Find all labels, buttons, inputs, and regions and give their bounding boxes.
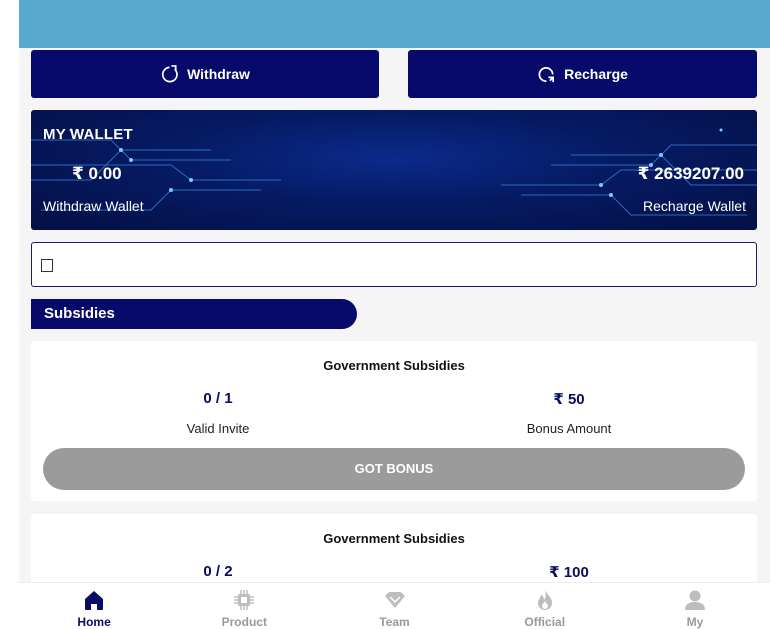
subsidy-card: Government Subsidies 0 / 1 ₹ 50 Valid In… <box>31 341 757 501</box>
valid-invite-value: 0 / 1 <box>203 390 233 407</box>
nav-my-label: My <box>686 615 704 629</box>
bonus-amount-value: ₹ 50 <box>553 391 585 408</box>
withdraw-icon <box>161 64 178 82</box>
bottom-nav: Home Product Team Official My <box>19 582 770 629</box>
nav-product[interactable]: Product <box>169 583 319 629</box>
nav-my[interactable]: My <box>620 583 770 629</box>
subsidy-title: Government Subsidies <box>323 531 465 546</box>
user-icon <box>684 590 705 610</box>
nav-home-label: Home <box>77 615 111 629</box>
chip-icon <box>234 590 255 610</box>
bonus-amount-label: Bonus Amount <box>526 421 612 436</box>
app-screen: Withdraw Recharge MY WALLET ₹ 0.00 ₹ 263… <box>19 0 770 629</box>
bonus-amount-value: ₹ 100 <box>549 564 589 581</box>
notice-bar[interactable] <box>31 242 757 287</box>
valid-invite-value: 0 / 2 <box>203 563 233 580</box>
nav-home[interactable]: Home <box>19 583 169 629</box>
recharge-wallet-label: Recharge Wallet <box>643 198 746 214</box>
home-icon <box>85 591 104 610</box>
top-banner <box>19 0 770 48</box>
recharge-wallet-amount: ₹ 2639207.00 <box>637 164 744 183</box>
valid-invite-label: Valid Invite <box>186 421 250 436</box>
nav-team[interactable]: Team <box>319 583 469 629</box>
diamond-icon <box>384 592 405 608</box>
withdraw-button[interactable]: Withdraw <box>31 50 379 98</box>
wallet-card: MY WALLET ₹ 0.00 ₹ 2639207.00 Withdraw W… <box>31 110 757 230</box>
recharge-label: Recharge <box>564 66 628 82</box>
wallet-title: MY WALLET <box>43 126 133 143</box>
withdraw-wallet-label: Withdraw Wallet <box>43 198 144 214</box>
nav-product-label: Product <box>221 615 267 629</box>
got-bonus-button[interactable]: GOT BONUS <box>43 448 745 490</box>
nav-team-label: Team <box>379 615 410 629</box>
broken-image-icon <box>41 259 53 272</box>
withdraw-label: Withdraw <box>187 66 250 82</box>
fire-icon <box>537 590 552 610</box>
subsidy-title: Government Subsidies <box>323 358 465 373</box>
withdraw-wallet-amount: ₹ 0.00 <box>72 164 122 183</box>
nav-official-label: Official <box>524 615 566 629</box>
nav-official[interactable]: Official <box>470 583 620 629</box>
section-title: Subsidies <box>31 299 357 329</box>
recharge-button[interactable]: Recharge <box>408 50 757 98</box>
recharge-icon <box>538 66 555 82</box>
